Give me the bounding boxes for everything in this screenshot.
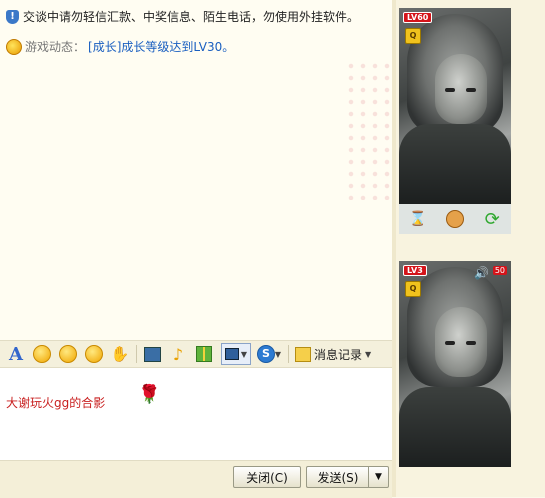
message-input[interactable]: 大谢玩火gg的合影 🌹 <box>0 368 392 460</box>
refresh-icon[interactable]: ⟳ <box>483 209 501 230</box>
toolbar-divider <box>288 345 289 363</box>
gift-button[interactable] <box>193 343 215 365</box>
font-icon[interactable]: A <box>5 343 27 365</box>
chat-history-pane: ! 交谈中请勿轻信汇款、中奖信息、陌生电话，勿使用外挂软件。 游戏动态： [成长… <box>0 0 495 343</box>
emoticon-button[interactable] <box>31 343 53 365</box>
self-avatar[interactable]: LV3 Q 🔊 50 <box>399 261 511 467</box>
security-notice-text: 交谈中请勿轻信汇款、中奖信息、陌生电话，勿使用外挂软件。 <box>23 10 360 24</box>
message-history-label: 消息记录 <box>314 347 363 362</box>
send-options-button[interactable]: ▼ <box>368 466 389 488</box>
music-icon[interactable]: ♪ <box>167 343 189 365</box>
contact-avatar[interactable]: LV60 Q <box>399 8 511 204</box>
vip-icon[interactable]: Q <box>405 28 421 44</box>
message-toolbar: A ✋ ♪ ▼ S ▼ 消息记录 ▼ <box>0 340 392 368</box>
volume-level: 50 <box>492 266 507 275</box>
shake-face-icon <box>85 345 103 363</box>
close-button[interactable]: 关闭(C) <box>233 466 301 488</box>
shake-button[interactable] <box>83 343 105 365</box>
level-badge: LV3 <box>403 265 427 276</box>
user-icon <box>445 210 464 228</box>
message-history-button[interactable]: 消息记录 ▼ <box>295 346 371 363</box>
speaker-icon[interactable]: 🔊 <box>474 266 489 280</box>
game-status-link[interactable]: [成长]成长等级达到LV30。 <box>88 38 234 55</box>
smiley-icon <box>33 345 51 363</box>
security-notice: ! 交谈中请勿轻信汇款、中奖信息、陌生电话，勿使用外挂软件。 <box>6 8 359 25</box>
bottom-bar: 关闭(C) 发送(S) ▼ <box>0 460 392 498</box>
vip-icon[interactable]: Q <box>405 281 421 297</box>
contact-actions: ⌛ ⟳ <box>399 204 511 234</box>
gesture-button[interactable]: ✋ <box>109 343 131 365</box>
screenshot-button[interactable]: ▼ <box>221 343 251 365</box>
profile-panel: LV60 Q ⌛ ⟳ LV3 Q 🔊 50 <box>396 0 545 497</box>
image-icon <box>143 346 161 362</box>
soso-button[interactable]: S ▼ <box>255 343 283 365</box>
game-status: 游戏动态： [成长]成长等级达到LV30。 <box>6 38 234 55</box>
soso-icon: S <box>256 345 275 363</box>
game-icon <box>6 38 22 55</box>
chevron-down-icon: ▼ <box>240 349 248 359</box>
chevron-down-icon: ▼ <box>365 349 372 359</box>
message-input-text: 大谢玩火gg的合影 <box>6 396 106 410</box>
magic-emoticon-button[interactable] <box>57 343 79 365</box>
chevron-down-icon: ▼ <box>274 349 282 359</box>
level-badge: LV60 <box>403 12 433 23</box>
screenshot-icon <box>224 348 239 360</box>
gift-icon <box>196 346 212 362</box>
send-image-button[interactable] <box>141 343 163 365</box>
hourglass-icon[interactable]: ⌛ <box>409 210 427 228</box>
user-info-button[interactable] <box>445 210 464 228</box>
send-button[interactable]: 发送(S) <box>306 466 369 488</box>
history-icon <box>295 346 311 362</box>
magic-face-icon <box>59 345 77 363</box>
toolbar-divider <box>136 345 137 363</box>
game-status-label: 游戏动态： <box>25 40 86 54</box>
shield-icon: ! <box>6 9 19 24</box>
rose-icon: 🌹 <box>138 384 161 405</box>
